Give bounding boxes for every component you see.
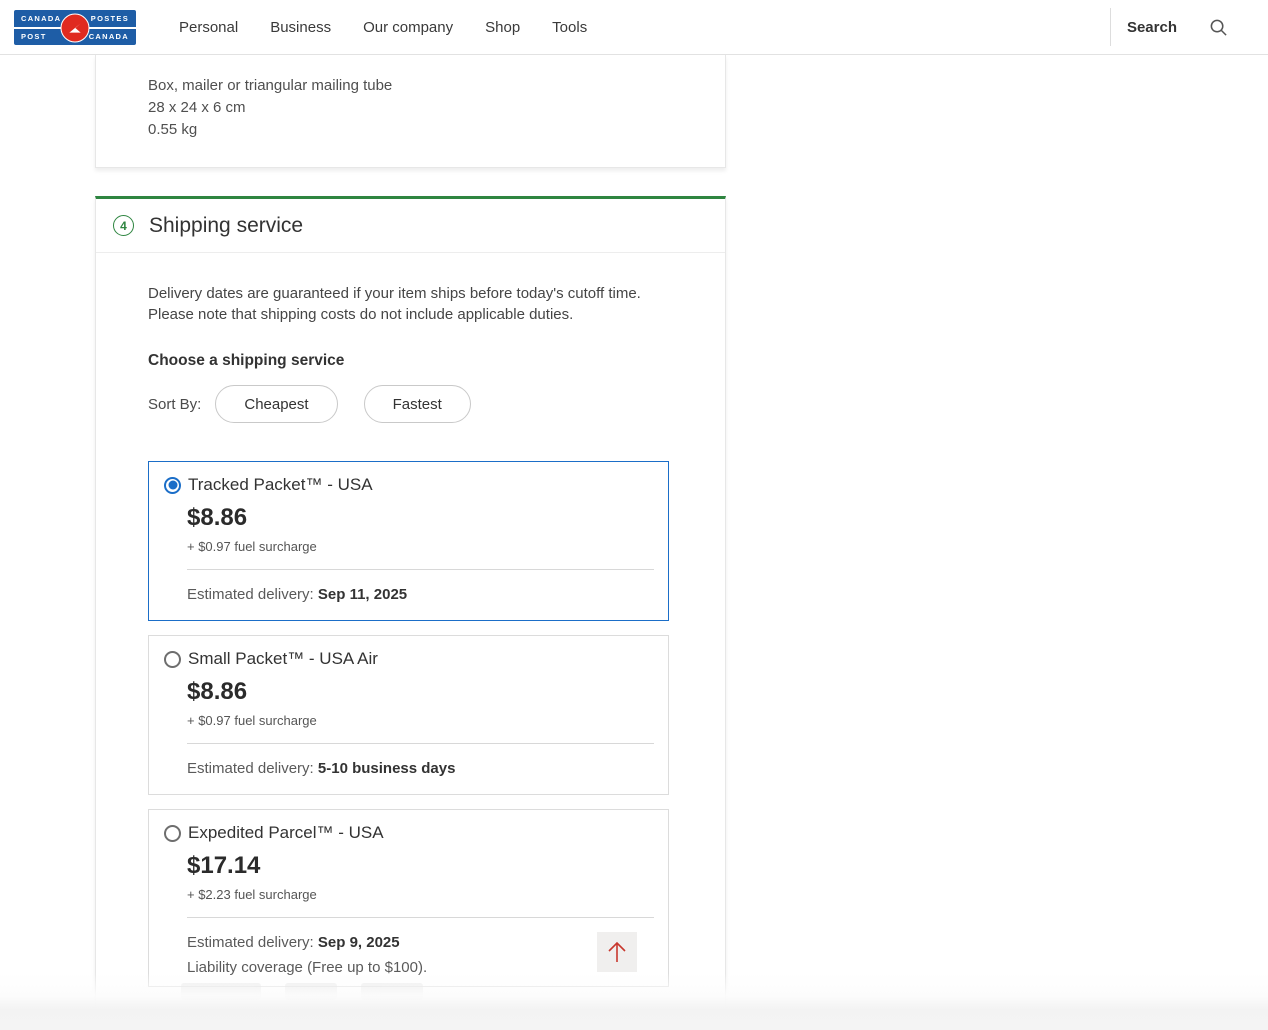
- estimated-delivery-value: Sep 11, 2025: [318, 586, 407, 603]
- package-dimensions: 28 x 24 x 6 cm: [148, 97, 705, 119]
- service-name: Small Packet™ - USA Air: [188, 649, 378, 669]
- step-number-badge: 4: [113, 215, 134, 236]
- service-option-expedited-parcel-usa[interactable]: Expedited Parcel™ - USA $17.14 + $2.23 f…: [148, 809, 669, 987]
- estimated-delivery: Estimated delivery: 5-10 business days: [187, 760, 654, 777]
- fuel-surcharge: + $2.23 fuel surcharge: [187, 887, 654, 902]
- search-area: Search: [1127, 0, 1228, 55]
- estimated-delivery-label: Estimated delivery:: [187, 586, 314, 603]
- service-price: $17.14: [187, 852, 654, 880]
- nav-our-company[interactable]: Our company: [363, 19, 453, 36]
- fuel-surcharge: + $0.97 fuel surcharge: [187, 713, 654, 728]
- back-to-top-button[interactable]: [597, 932, 637, 972]
- service-name: Tracked Packet™ - USA: [188, 475, 373, 495]
- service-option-tracked-packet-usa[interactable]: Tracked Packet™ - USA $8.86 + $0.97 fuel…: [148, 461, 669, 621]
- price-block: $8.86 + $0.97 fuel surcharge: [187, 504, 654, 554]
- sort-controls: Sort By: Cheapest Fastest: [148, 385, 675, 423]
- service-option-small-packet-usa-air[interactable]: Small Packet™ - USA Air $8.86 + $0.97 fu…: [148, 635, 669, 795]
- nav-personal[interactable]: Personal: [179, 19, 238, 36]
- liability-coverage-note: Liability coverage (Free up to $100).: [187, 959, 654, 976]
- site-header: CANADA POSTES POST CANADA Personal Busin…: [0, 0, 1268, 55]
- radio-expedited-parcel-usa[interactable]: [164, 825, 181, 842]
- choose-service-heading: Choose a shipping service: [148, 352, 675, 370]
- estimated-delivery-value: Sep 9, 2025: [318, 934, 400, 951]
- wing-emblem-icon: [61, 13, 90, 42]
- section-header: 4 Shipping service: [96, 199, 725, 253]
- service-name: Expedited Parcel™ - USA: [188, 823, 384, 843]
- nav-business[interactable]: Business: [270, 19, 331, 36]
- service-price: $8.86: [187, 504, 654, 532]
- option-head: Small Packet™ - USA Air: [164, 649, 654, 669]
- header-divider: [1110, 8, 1111, 46]
- radio-small-packet-usa-air[interactable]: [164, 651, 181, 668]
- page: CANADA POSTES POST CANADA Personal Busin…: [0, 0, 1268, 1030]
- canada-post-logo[interactable]: CANADA POSTES POST CANADA: [14, 10, 136, 45]
- estimated-delivery-label: Estimated delivery:: [187, 760, 314, 777]
- sort-by-label: Sort By:: [148, 396, 201, 413]
- estimated-delivery-label: Estimated delivery:: [187, 934, 314, 951]
- delivery-disclaimer: Delivery dates are guaranteed if your it…: [148, 283, 675, 325]
- estimated-delivery-value: 5-10 business days: [318, 760, 456, 777]
- estimated-delivery: Estimated delivery: Sep 11, 2025: [187, 586, 654, 603]
- section-body: Delivery dates are guaranteed if your it…: [96, 253, 725, 987]
- fuel-surcharge: + $0.97 fuel surcharge: [187, 539, 654, 554]
- option-divider: [187, 743, 654, 744]
- content-column: Box, mailer or triangular mailing tube 2…: [95, 55, 726, 1030]
- search-label[interactable]: Search: [1127, 19, 1177, 36]
- nav-tools[interactable]: Tools: [552, 19, 587, 36]
- option-head: Tracked Packet™ - USA: [164, 475, 654, 495]
- option-divider: [187, 917, 654, 918]
- option-head: Expedited Parcel™ - USA: [164, 823, 654, 843]
- shipping-service-section: 4 Shipping service Delivery dates are gu…: [95, 196, 726, 1030]
- price-block: $17.14 + $2.23 fuel surcharge: [187, 852, 654, 902]
- package-weight: 0.55 kg: [148, 119, 705, 141]
- service-price: $8.86: [187, 678, 654, 706]
- price-block: $8.86 + $0.97 fuel surcharge: [187, 678, 654, 728]
- option-divider: [187, 569, 654, 570]
- package-summary-card: Box, mailer or triangular mailing tube 2…: [95, 55, 726, 168]
- nav-shop[interactable]: Shop: [485, 19, 520, 36]
- up-arrow-icon: [605, 939, 629, 965]
- main-nav: Personal Business Our company Shop Tools: [179, 0, 587, 55]
- radio-tracked-packet-usa[interactable]: [164, 477, 181, 494]
- package-type: Box, mailer or triangular mailing tube: [148, 75, 705, 97]
- estimated-delivery: Estimated delivery: Sep 9, 2025: [187, 934, 654, 951]
- sort-fastest-button[interactable]: Fastest: [364, 385, 471, 423]
- faded-content-placeholder: [181, 983, 423, 1000]
- sort-cheapest-button[interactable]: Cheapest: [215, 385, 337, 423]
- search-icon[interactable]: [1209, 18, 1228, 37]
- section-title: Shipping service: [149, 214, 303, 238]
